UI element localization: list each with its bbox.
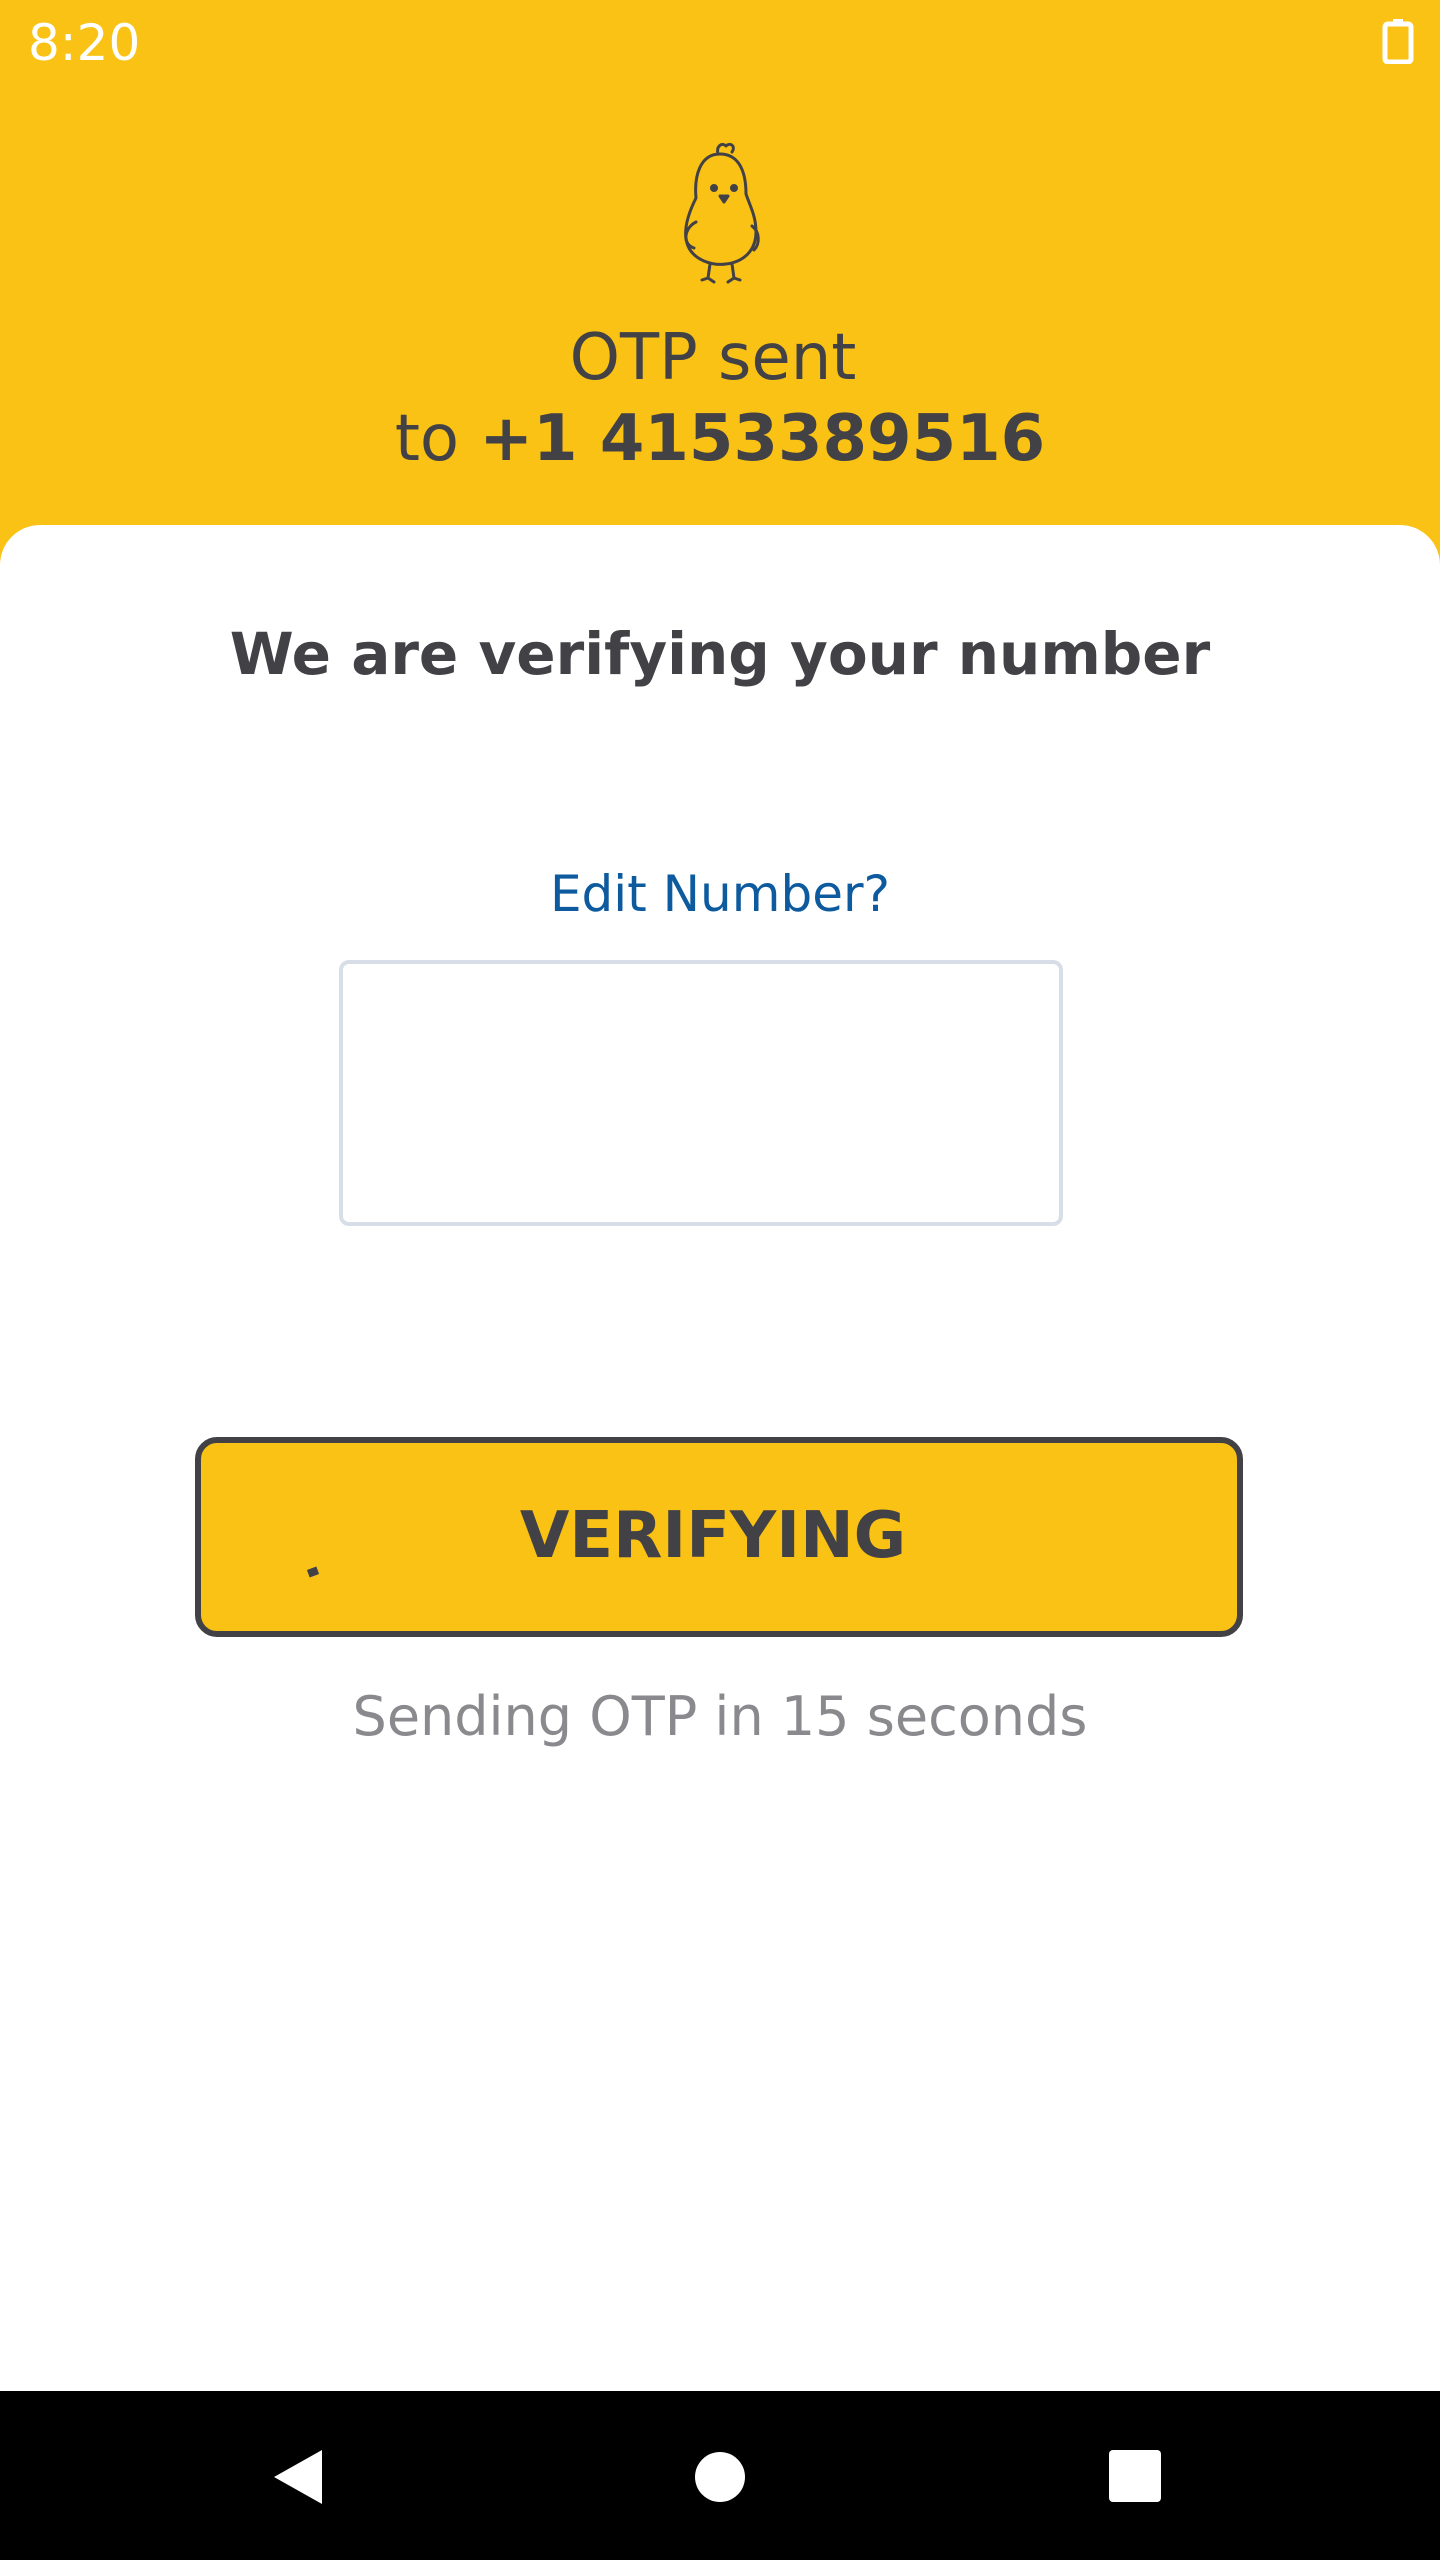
to-label: to	[394, 402, 460, 476]
recents-square-icon[interactable]	[1108, 2449, 1162, 2503]
header: OTP sent to +1 4153389516	[0, 84, 1440, 524]
phone-number: +1 4153389516	[479, 402, 1046, 476]
edit-number-link[interactable]: Edit Number?	[0, 865, 1440, 923]
battery-icon	[1382, 19, 1414, 64]
card-title: We are verifying your number	[229, 620, 1211, 688]
verify-button-label: VERIFYING	[519, 1499, 907, 1573]
chick-mascot-icon	[684, 142, 760, 284]
back-triangle-icon[interactable]	[270, 2446, 326, 2508]
status-time: 8:20	[28, 14, 141, 72]
status-bar: 8:20	[0, 0, 1440, 84]
otp-sent-label: OTP sent	[569, 321, 857, 395]
verification-card: We are verifying your number Edit Number…	[0, 525, 1440, 2391]
verify-button[interactable]: VERIFYING	[195, 1437, 1243, 1637]
otp-destination: to +1 4153389516	[0, 402, 1440, 476]
navigation-bar	[0, 2391, 1440, 2560]
resend-timer-text: Sending OTP in 15 seconds	[352, 1685, 1088, 1748]
otp-input[interactable]	[339, 960, 1063, 1226]
home-circle-icon[interactable]	[694, 2451, 746, 2503]
